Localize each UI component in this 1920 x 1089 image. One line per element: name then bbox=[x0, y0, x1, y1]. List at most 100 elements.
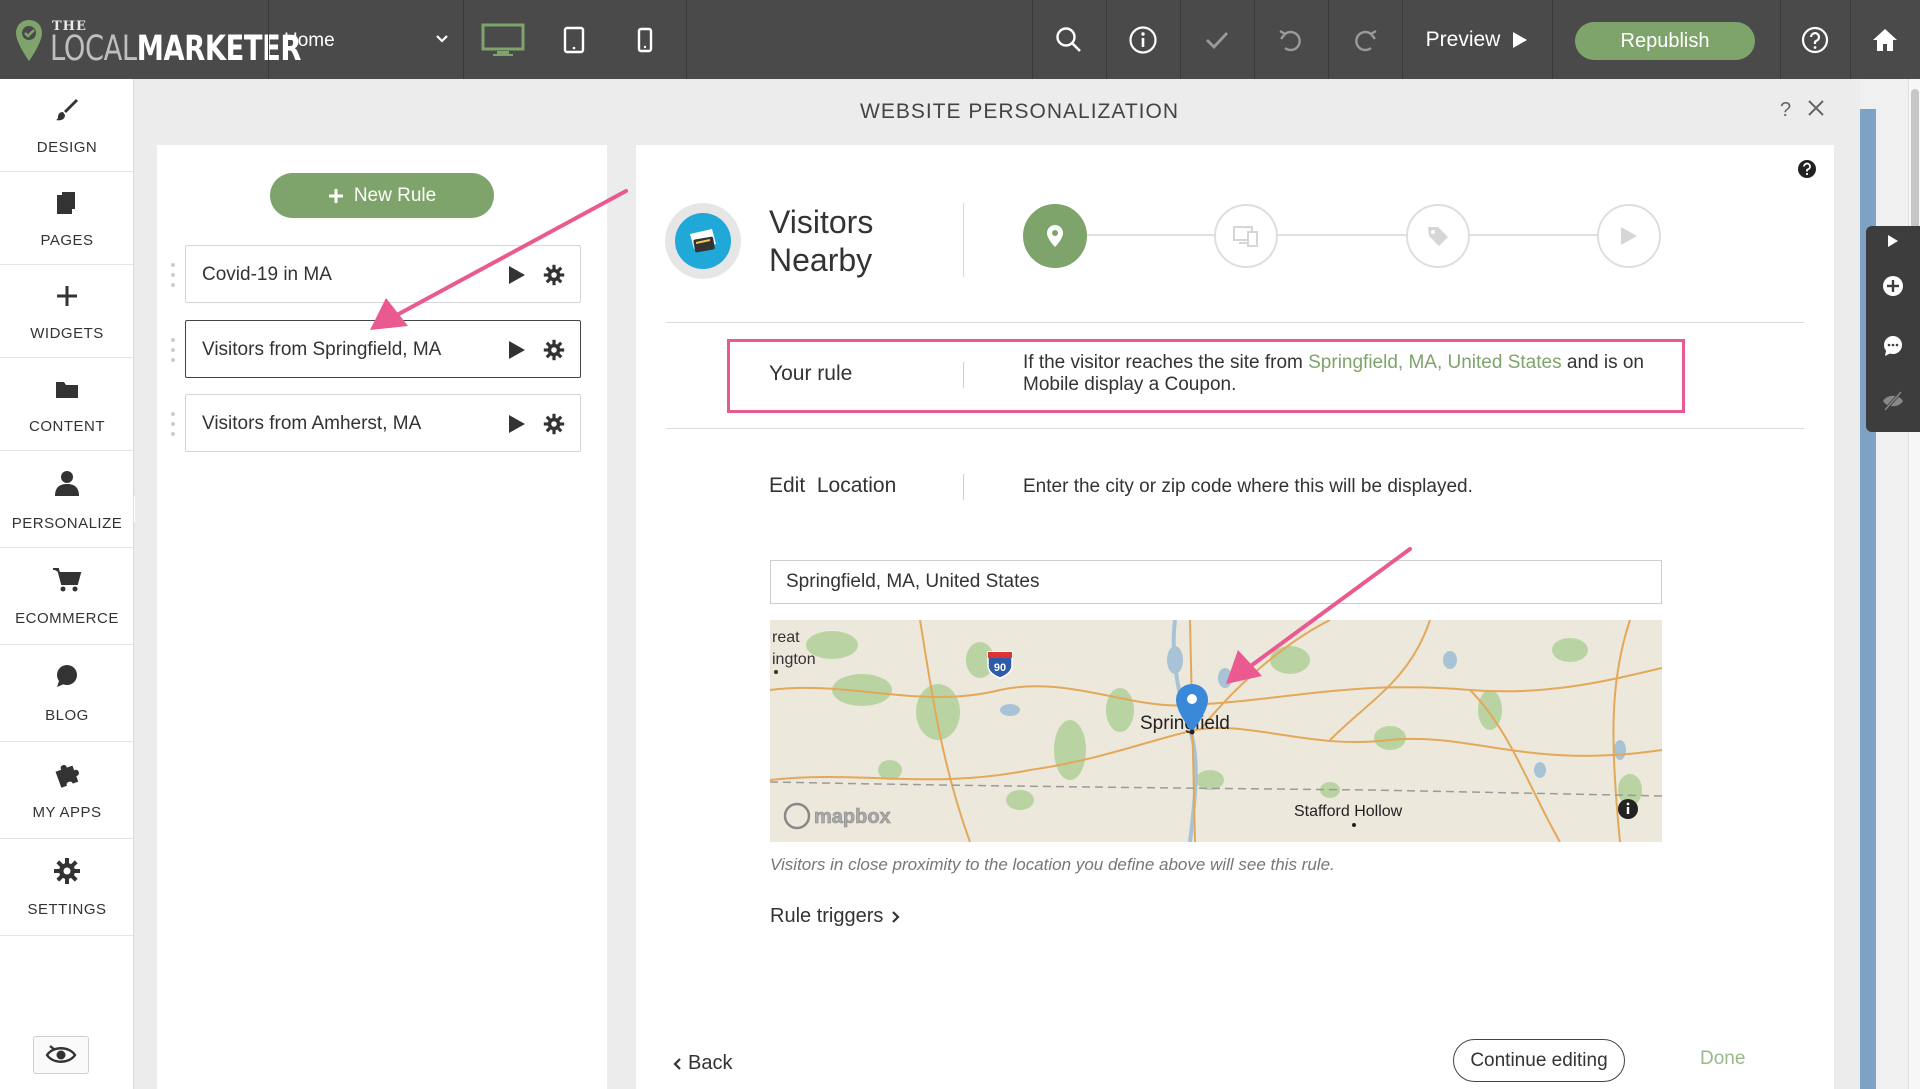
rule-type-badge bbox=[665, 203, 741, 279]
info-icon bbox=[1129, 25, 1157, 54]
svg-text:mapbox: mapbox bbox=[814, 806, 891, 828]
edit-location-label: Edit Location bbox=[769, 474, 897, 497]
sidebar-item-blog[interactable]: BLOG bbox=[0, 645, 134, 742]
devices-icon bbox=[1233, 226, 1258, 247]
sidebar-item-personalize[interactable]: PERSONALIZE bbox=[0, 451, 134, 548]
mobile-icon bbox=[637, 27, 653, 52]
logo-pin-icon bbox=[16, 20, 42, 61]
map-pin-icon[interactable] bbox=[1174, 682, 1210, 736]
comments-button[interactable] bbox=[1866, 321, 1920, 371]
map-caption: Visitors in close proximity to the locat… bbox=[770, 855, 1335, 874]
help-icon bbox=[1801, 26, 1829, 53]
sidebar-item-ecommerce[interactable]: ECOMMERCE bbox=[0, 548, 134, 645]
modal-help-button[interactable]: ? bbox=[1780, 99, 1791, 122]
rule-item-label: Visitors from Amherst, MA bbox=[202, 413, 422, 434]
brush-icon bbox=[56, 99, 78, 121]
play-icon bbox=[1621, 227, 1637, 245]
cart-icon bbox=[53, 568, 82, 592]
location-input[interactable] bbox=[770, 560, 1662, 604]
rule-triggers-link[interactable]: Rule triggers bbox=[770, 905, 901, 928]
logo-wordmark: LOCALMARKETER bbox=[50, 29, 302, 69]
rule-item-label: Visitors from Springfield, MA bbox=[202, 339, 442, 360]
play-icon[interactable] bbox=[508, 414, 526, 434]
page-select-value: Home bbox=[284, 30, 335, 51]
drag-handle-icon[interactable] bbox=[170, 262, 176, 288]
sidebar-item-my-apps[interactable]: MY APPS bbox=[0, 742, 134, 839]
gear-icon[interactable] bbox=[543, 339, 565, 361]
close-icon[interactable] bbox=[1806, 98, 1826, 118]
republish-button[interactable]: Republish bbox=[1575, 22, 1755, 60]
top-toolbar: THE LOCALMARKETER Home Preview Republish bbox=[0, 0, 1920, 79]
new-rule-button[interactable]: New Rule bbox=[270, 173, 494, 218]
puzzle-icon bbox=[55, 764, 79, 788]
sidebar-item-settings[interactable]: SETTINGS bbox=[0, 839, 134, 936]
gear-icon[interactable] bbox=[543, 413, 565, 435]
chevron-down-icon bbox=[436, 35, 448, 43]
sidebar-item-pages[interactable]: PAGES bbox=[0, 172, 134, 265]
sidebar-item-content[interactable]: CONTENT bbox=[0, 358, 134, 451]
hide-element-button[interactable] bbox=[1866, 376, 1920, 426]
svg-text:ington: ington bbox=[772, 651, 816, 668]
play-icon[interactable] bbox=[508, 265, 526, 285]
gear-icon[interactable] bbox=[543, 264, 565, 286]
done-button[interactable]: Done bbox=[1700, 1048, 1745, 1070]
collapse-toolbar-button[interactable] bbox=[1866, 226, 1920, 256]
rule-location-link[interactable]: Springfield, MA, United States bbox=[1308, 352, 1561, 373]
coupon-icon bbox=[690, 229, 716, 253]
continue-editing-button[interactable]: Continue editing bbox=[1453, 1039, 1625, 1082]
undo-button[interactable] bbox=[1254, 0, 1328, 79]
desktop-view-button[interactable] bbox=[463, 0, 543, 79]
undo-icon bbox=[1279, 29, 1301, 51]
user-icon bbox=[55, 471, 79, 496]
chevron-left-icon bbox=[673, 1057, 681, 1070]
drag-handle-icon[interactable] bbox=[170, 337, 176, 363]
modal-title: WEBSITE PERSONALIZATION bbox=[860, 100, 1179, 123]
svg-text:90: 90 bbox=[994, 662, 1006, 674]
page-select[interactable]: Home bbox=[270, 0, 463, 79]
location-map[interactable]: reat ington 90 Springfield Stafford Holl… bbox=[770, 620, 1662, 842]
back-button[interactable]: Back bbox=[672, 1052, 732, 1075]
search-button[interactable] bbox=[1032, 0, 1106, 79]
new-rule-label: New Rule bbox=[353, 184, 437, 206]
rule-summary-text: If the visitor reaches the site from Spr… bbox=[1023, 352, 1644, 395]
sidebar-item-design[interactable]: DESIGN bbox=[0, 79, 134, 172]
svg-text:Stafford Hollow: Stafford Hollow bbox=[1294, 803, 1403, 820]
rule-item-selected[interactable]: Visitors from Springfield, MA bbox=[171, 320, 581, 378]
desktop-icon bbox=[481, 23, 525, 56]
hide-preview-button[interactable] bbox=[33, 1036, 89, 1074]
drag-handle-icon[interactable] bbox=[170, 411, 176, 437]
preview-button[interactable]: Preview bbox=[1402, 0, 1552, 79]
rule-item[interactable]: Covid-19 in MA bbox=[171, 245, 581, 303]
map-graphic: reat ington 90 Springfield Stafford Holl… bbox=[770, 620, 1662, 842]
sidebar-item-widgets[interactable]: WIDGETS bbox=[0, 265, 134, 358]
check-button[interactable] bbox=[1180, 0, 1254, 79]
plus-circle-icon bbox=[1883, 276, 1903, 296]
tag-icon bbox=[1428, 227, 1448, 246]
preview-label: Preview bbox=[1425, 27, 1501, 51]
tablet-view-button[interactable] bbox=[543, 0, 605, 79]
home-button[interactable] bbox=[1850, 0, 1920, 79]
redo-button[interactable] bbox=[1328, 0, 1402, 79]
search-icon bbox=[1056, 26, 1081, 52]
add-element-button[interactable] bbox=[1866, 261, 1920, 311]
home-icon bbox=[1873, 28, 1897, 51]
step-preview[interactable] bbox=[1597, 204, 1661, 268]
play-icon bbox=[1888, 235, 1898, 247]
chevron-right-icon bbox=[892, 910, 900, 923]
comment-icon bbox=[1884, 336, 1902, 356]
play-icon[interactable] bbox=[508, 340, 526, 360]
logo: THE LOCALMARKETER bbox=[14, 17, 301, 69]
help-icon[interactable] bbox=[1797, 159, 1817, 179]
info-button[interactable] bbox=[1106, 0, 1180, 79]
mobile-view-button[interactable] bbox=[605, 0, 685, 79]
rule-item[interactable]: Visitors from Amherst, MA bbox=[171, 394, 581, 452]
gear-icon bbox=[54, 858, 80, 884]
help-button[interactable] bbox=[1780, 0, 1850, 79]
svg-text:reat: reat bbox=[772, 629, 800, 646]
redo-icon bbox=[1355, 29, 1377, 51]
your-rule-label: Your rule bbox=[769, 362, 853, 385]
step-location[interactable] bbox=[1023, 204, 1087, 268]
step-device[interactable] bbox=[1214, 204, 1278, 268]
step-offer[interactable] bbox=[1406, 204, 1470, 268]
folder-icon bbox=[56, 382, 78, 398]
